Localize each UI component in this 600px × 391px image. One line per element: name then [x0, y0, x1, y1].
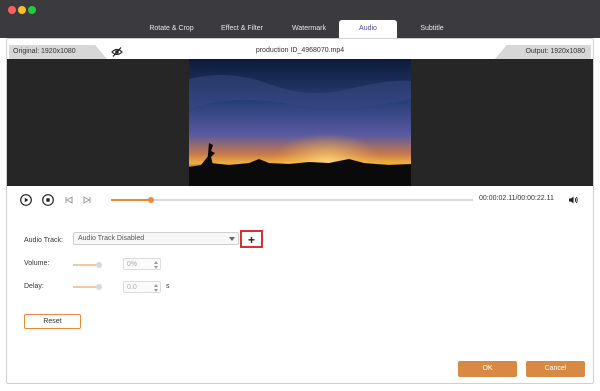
tab-watermark[interactable]: Watermark: [279, 20, 339, 38]
delay-slider[interactable]: [73, 284, 102, 290]
tab-effect-filter[interactable]: Effect & Filter: [205, 20, 279, 38]
volume-slider-handle[interactable]: [96, 262, 102, 268]
window-minimize-button[interactable]: [18, 6, 26, 14]
playback-controls: 00:00:02.11/00:00:22.11: [7, 186, 593, 216]
audio-track-label: Audio Track:: [24, 237, 63, 244]
volume-value: 0%: [127, 261, 138, 268]
previous-frame-icon[interactable]: [63, 194, 75, 206]
output-resolution: Output: 1920x1080: [495, 45, 591, 59]
add-audio-track-button[interactable]: +: [240, 230, 263, 248]
delay-value: 0.0: [127, 284, 137, 291]
stepper-down-icon[interactable]: [154, 266, 158, 269]
progress-fill: [111, 199, 151, 201]
ok-button[interactable]: OK: [458, 361, 517, 377]
delay-slider-handle[interactable]: [96, 284, 102, 290]
chevron-down-icon: [229, 237, 235, 241]
play-icon[interactable]: [20, 194, 32, 206]
editor-panel: Original: 1920x1080 production ID_496807…: [6, 38, 594, 384]
video-preview-area: [7, 59, 593, 186]
stepper-up-icon[interactable]: [154, 261, 158, 264]
stepper-up-icon[interactable]: [154, 284, 158, 287]
delay-stepper[interactable]: 0.0: [123, 281, 161, 293]
title-bar: Rotate & Crop Effect & Filter Watermark …: [0, 0, 600, 38]
delay-label: Delay:: [24, 283, 44, 290]
delay-unit: s: [166, 283, 170, 290]
audio-track-select[interactable]: Audio Track Disabled: [73, 232, 239, 245]
next-frame-icon[interactable]: [81, 194, 93, 206]
video-frame: [189, 59, 411, 186]
tab-subtitle[interactable]: Subtitle: [397, 20, 467, 38]
tab-audio[interactable]: Audio: [339, 20, 397, 38]
plus-icon: +: [247, 233, 255, 247]
cancel-button[interactable]: Cancel: [526, 361, 585, 377]
editor-tabs: Rotate & Crop Effect & Filter Watermark …: [138, 20, 467, 38]
stop-icon[interactable]: [42, 194, 54, 206]
reset-button[interactable]: Reset: [24, 314, 81, 329]
speaker-icon[interactable]: [567, 194, 579, 206]
volume-slider[interactable]: [73, 262, 102, 268]
volume-stepper[interactable]: 0%: [123, 258, 161, 270]
progress-handle[interactable]: [147, 197, 154, 203]
tab-rotate-crop[interactable]: Rotate & Crop: [138, 20, 205, 38]
time-display: 00:00:02.11/00:00:22.11: [479, 195, 554, 202]
window-close-button[interactable]: [8, 6, 16, 14]
volume-label: Volume:: [24, 260, 50, 267]
stepper-down-icon[interactable]: [154, 289, 158, 292]
playback-progress-bar[interactable]: [111, 197, 473, 203]
audio-track-value: Audio Track Disabled: [78, 235, 145, 242]
window-maximize-button[interactable]: [28, 6, 36, 14]
